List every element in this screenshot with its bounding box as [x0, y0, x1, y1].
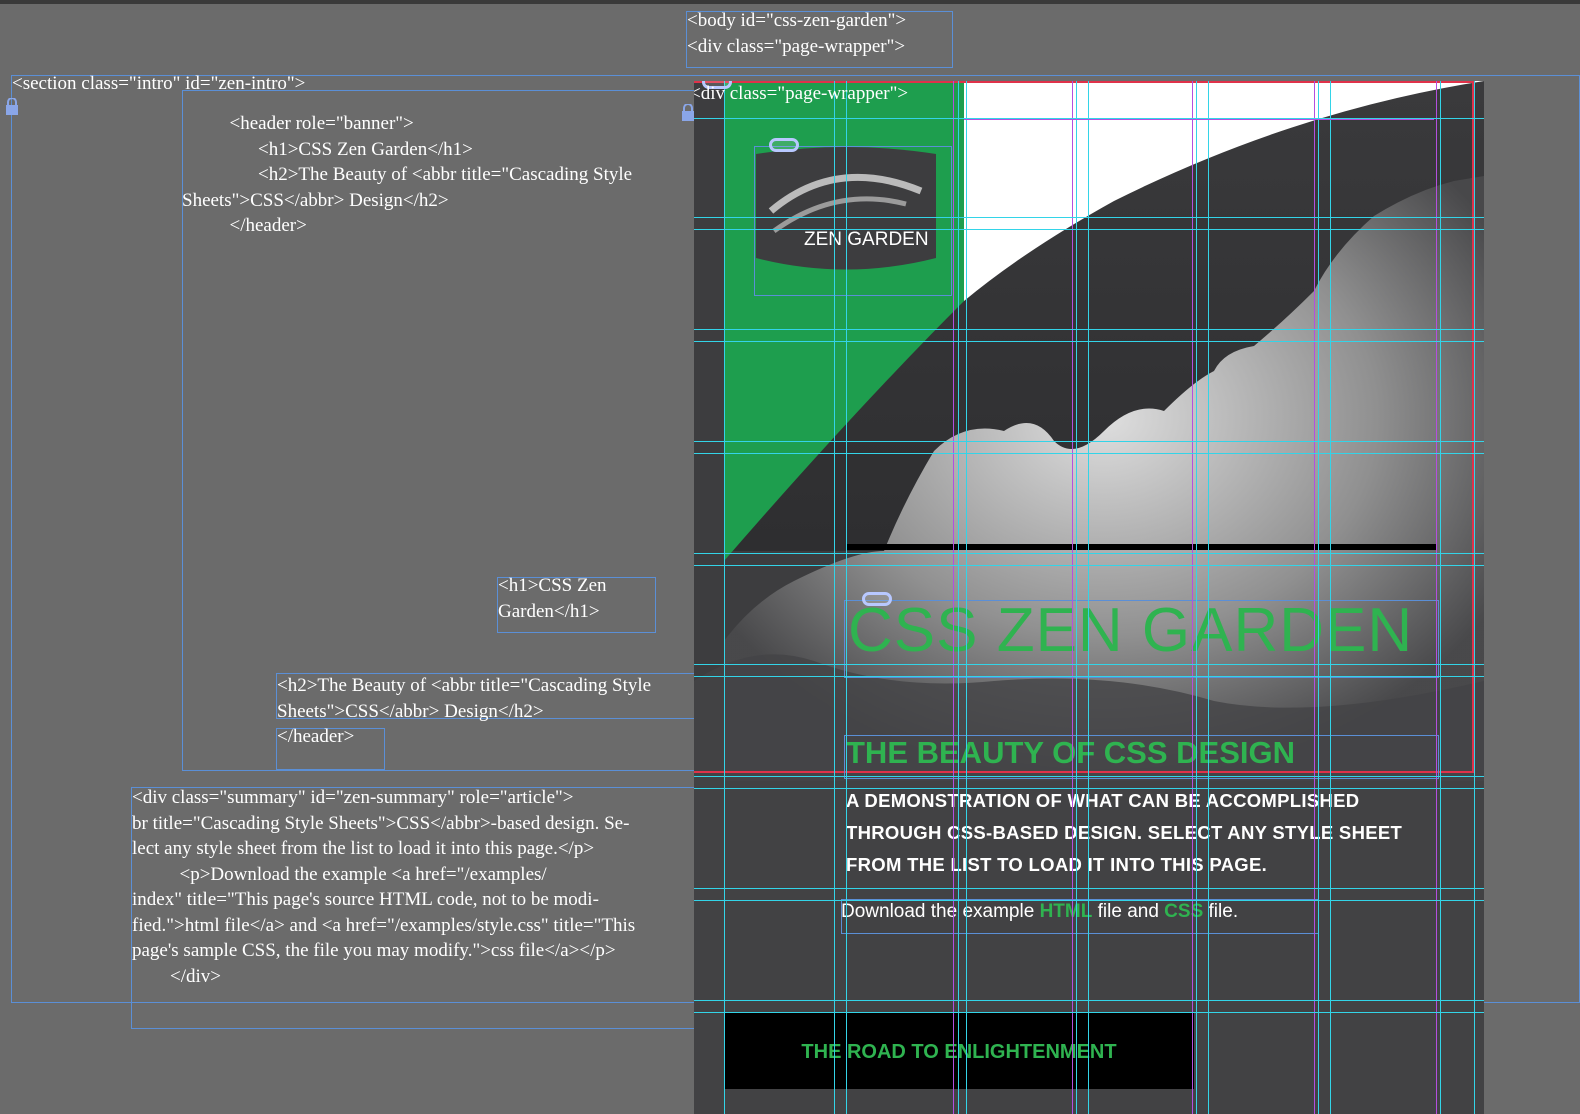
guide-line — [1436, 81, 1437, 1114]
guide-line — [1088, 81, 1089, 1114]
guide-line — [958, 81, 959, 1114]
guide-line — [1314, 81, 1315, 1114]
guide-line — [694, 900, 1484, 901]
header-close-code: </header> — [277, 726, 355, 747]
guide-line — [694, 341, 1484, 342]
guide-line — [1440, 81, 1441, 1114]
guide-line — [1192, 81, 1193, 1114]
road-heading-box[interactable]: THE ROAD TO ENLIGHTENMENT — [724, 1013, 1194, 1089]
app-top-bar — [0, 0, 1580, 4]
h1-code: <h1>CSS Zen Garden</h1> — [498, 575, 607, 622]
summary-code: <div class="summary" id="zen-summary" ro… — [132, 787, 636, 987]
padlock-icon[interactable] — [4, 98, 20, 116]
guide-line — [724, 81, 725, 1114]
guide-line — [694, 1000, 1484, 1001]
road-heading: THE ROAD TO ENLIGHTENMENT — [801, 1041, 1117, 1063]
chain-link-icon[interactable] — [862, 592, 892, 606]
h2-code: <h2>The Beauty of <abbr title="Cascading… — [277, 675, 652, 722]
guide-line — [1330, 81, 1331, 1114]
summary-text[interactable]: A DEMONSTRATION OF WHAT CAN BE ACCOMPLIS… — [846, 785, 1436, 881]
guide-line — [694, 329, 1484, 330]
guide-line — [694, 217, 1484, 218]
chain-link-icon[interactable] — [769, 138, 799, 152]
guide-line — [1076, 81, 1077, 1114]
layout-page[interactable]: ZEN GARDEN CSS ZEN GARDEN THE BEAUTY OF … — [694, 81, 1484, 1114]
guide-line — [694, 441, 1484, 442]
logo-frame[interactable] — [754, 146, 952, 296]
page-wrapper-label: <div class="page-wrapper"> — [694, 83, 909, 104]
download-frame[interactable] — [841, 899, 1319, 934]
guide-line — [694, 888, 1484, 889]
header-code: <header role="banner"> <h1>CSS Zen Garde… — [182, 113, 633, 236]
guide-line — [1474, 81, 1475, 1114]
guide-line — [953, 81, 954, 1114]
guide-line — [1318, 81, 1319, 1114]
guide-line — [964, 119, 1434, 120]
guide-line — [694, 676, 1484, 677]
subtitle-frame[interactable] — [844, 735, 1439, 779]
guide-line — [694, 776, 1484, 777]
body-wrapper-code: <body id="css-zen-garden"> <div class="p… — [687, 10, 907, 57]
guide-line — [694, 553, 1484, 554]
guide-line — [694, 229, 1484, 230]
guide-line — [694, 1012, 1484, 1013]
title-frame[interactable] — [844, 600, 1439, 678]
guide-line — [834, 81, 835, 1114]
guide-line — [1208, 81, 1209, 1114]
guide-line — [1196, 81, 1197, 1114]
guide-line — [1072, 81, 1073, 1114]
guide-line — [846, 81, 847, 1114]
guide-line — [694, 453, 1484, 454]
guide-line — [694, 788, 1484, 789]
guide-line — [966, 81, 967, 1114]
guide-line — [694, 664, 1484, 665]
guide-line — [694, 565, 1484, 566]
